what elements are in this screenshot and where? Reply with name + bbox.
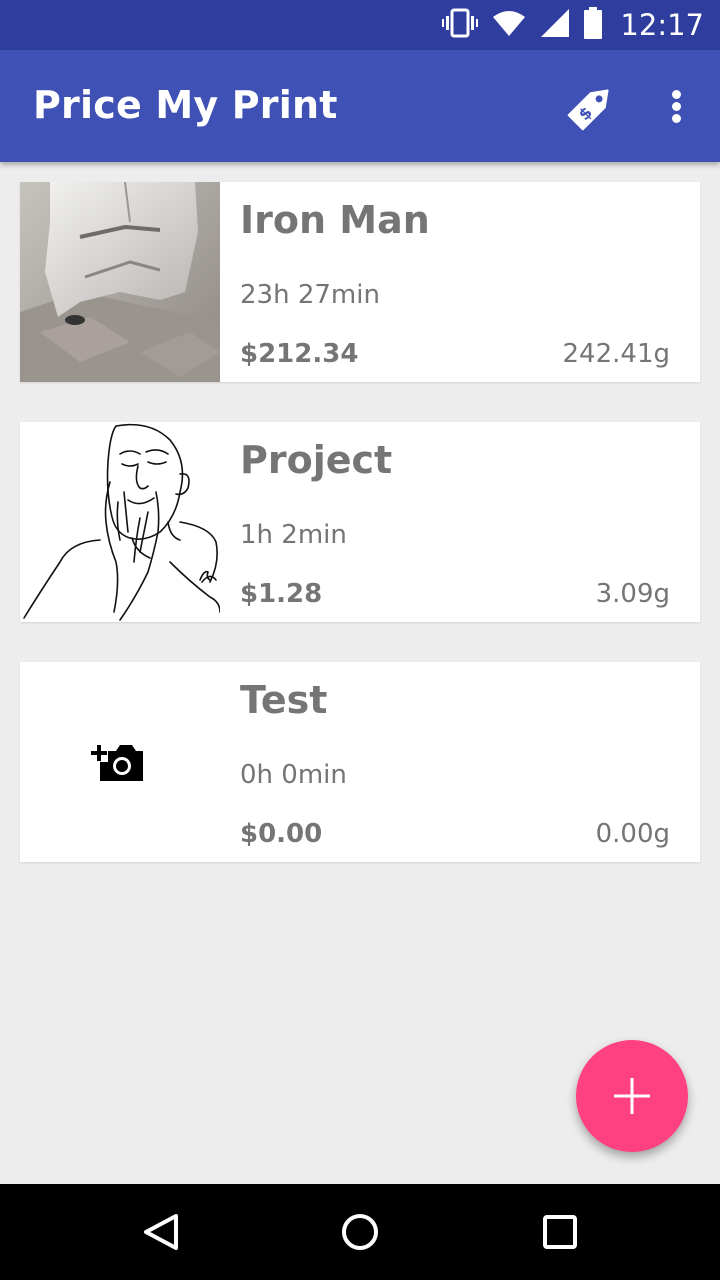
- price-tag-button[interactable]: $: [562, 78, 622, 134]
- overflow-menu-icon: [672, 90, 681, 99]
- status-time: 12:17: [620, 8, 704, 42]
- cell-signal-icon: [540, 8, 570, 43]
- app-bar: Price My Print $: [0, 50, 720, 162]
- print-weight: 3.09g: [595, 579, 670, 609]
- price-tag-icon: $: [567, 89, 609, 131]
- print-card-test[interactable]: Test 0h 0min $0.00 0.00g: [20, 662, 700, 862]
- print-price: $1.28: [240, 579, 323, 609]
- vibrate-icon: [442, 8, 479, 43]
- status-icons: 12:17: [442, 0, 704, 50]
- overflow-menu-dot: [672, 102, 681, 111]
- overflow-menu-button[interactable]: [656, 78, 696, 134]
- print-title: Iron Man: [240, 198, 430, 242]
- add-print-button[interactable]: [576, 1040, 688, 1152]
- recents-button[interactable]: [530, 1202, 590, 1262]
- print-thumbnail: [20, 182, 220, 382]
- print-title: Project: [240, 438, 393, 482]
- back-button[interactable]: [130, 1202, 190, 1262]
- print-thumbnail[interactable]: [20, 662, 220, 862]
- print-time: 0h 0min: [240, 760, 347, 790]
- print-time: 1h 2min: [240, 520, 347, 550]
- print-price: $0.00: [240, 819, 323, 849]
- print-weight: 242.41g: [562, 339, 670, 369]
- back-icon: [144, 1214, 178, 1250]
- overflow-menu-dot: [672, 114, 681, 123]
- home-button[interactable]: [330, 1202, 390, 1262]
- print-weight: 0.00g: [595, 819, 670, 849]
- navigation-bar: [0, 1184, 720, 1280]
- wifi-icon: [492, 9, 526, 42]
- battery-icon: [584, 6, 603, 44]
- print-thumbnail: [20, 422, 220, 622]
- print-title: Test: [240, 678, 328, 722]
- print-card-project[interactable]: Project 1h 2min $1.28 3.09g: [20, 422, 700, 622]
- add-photo-icon: [91, 745, 143, 781]
- print-price: $212.34: [240, 339, 359, 369]
- recents-icon: [543, 1215, 577, 1249]
- home-icon: [342, 1214, 378, 1250]
- print-time: 23h 27min: [240, 280, 380, 310]
- plus-icon: [614, 1078, 650, 1114]
- status-bar: 12:17: [0, 0, 720, 50]
- app-title: Price My Print: [33, 83, 338, 127]
- print-card-iron-man[interactable]: Iron Man 23h 27min $212.34 242.41g: [20, 182, 700, 382]
